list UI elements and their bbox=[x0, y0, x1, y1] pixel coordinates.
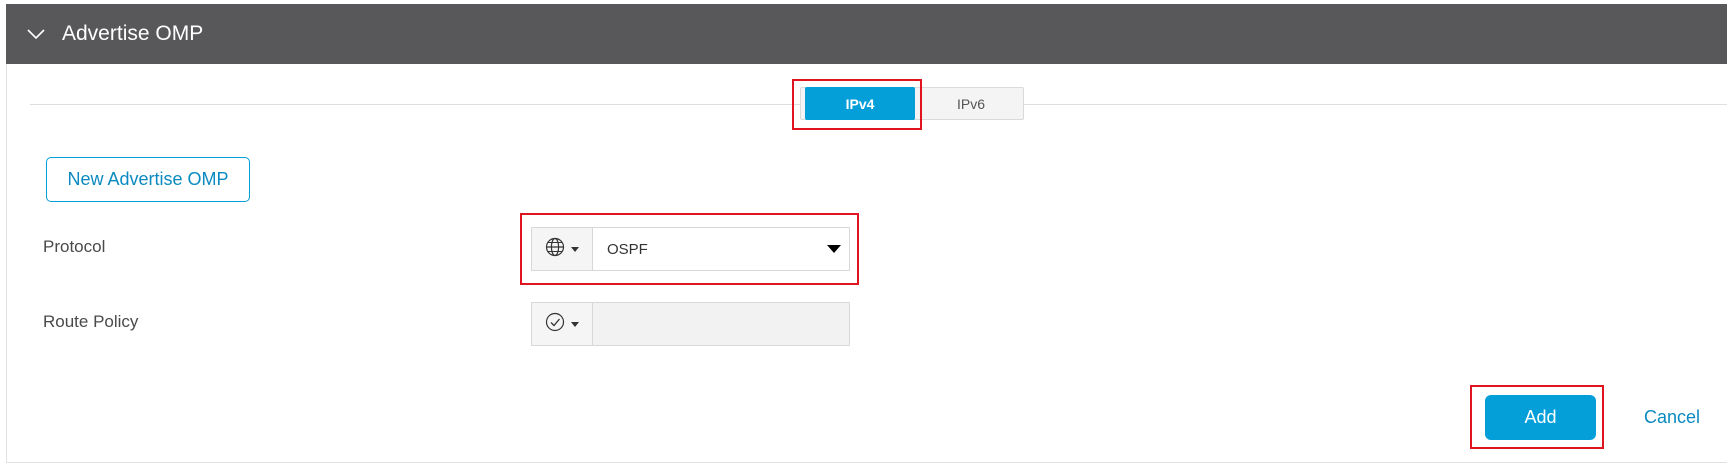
route-policy-input[interactable] bbox=[593, 302, 850, 346]
tab-ipv4[interactable]: IPv4 bbox=[805, 87, 915, 120]
page: Advertise OMP IPv4 IPv6 New Advertise OM… bbox=[0, 0, 1727, 467]
section-header[interactable]: Advertise OMP bbox=[6, 4, 1727, 64]
protocol-select[interactable]: OSPF bbox=[593, 227, 850, 271]
route-policy-label: Route Policy bbox=[43, 312, 139, 331]
check-circle-icon bbox=[545, 312, 565, 337]
dropdown-caret-icon bbox=[827, 245, 841, 253]
caret-down-icon bbox=[571, 246, 579, 252]
protocol-label: Protocol bbox=[43, 237, 106, 256]
protocol-value: OSPF bbox=[607, 240, 648, 258]
chevron-down-icon[interactable] bbox=[26, 24, 46, 44]
new-advertise-omp-button[interactable]: New Advertise OMP bbox=[46, 157, 250, 202]
tab-group: IPv4 IPv6 bbox=[800, 87, 1024, 120]
cancel-button[interactable]: Cancel bbox=[1630, 395, 1714, 440]
route-policy-scope-dropdown[interactable] bbox=[531, 302, 593, 346]
protocol-scope-dropdown[interactable] bbox=[531, 227, 593, 271]
globe-icon bbox=[545, 237, 565, 262]
section-title: Advertise OMP bbox=[62, 22, 204, 45]
section-panel bbox=[6, 4, 1727, 463]
add-button[interactable]: Add bbox=[1485, 395, 1596, 440]
tab-ipv6[interactable]: IPv6 bbox=[919, 88, 1023, 119]
caret-down-icon bbox=[571, 321, 579, 327]
